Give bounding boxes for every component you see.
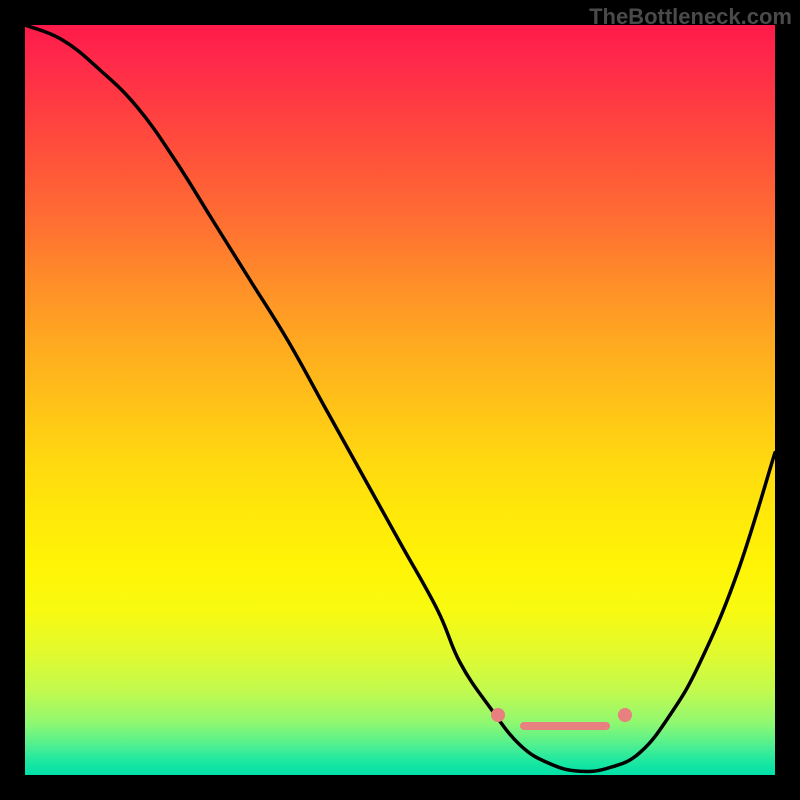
chart-container: TheBottleneck.com (0, 0, 800, 800)
valley-bar (520, 722, 610, 730)
bottleneck-curve (25, 25, 775, 772)
valley-marker (491, 708, 505, 722)
valley-marker (618, 708, 632, 722)
curve-svg (25, 25, 775, 775)
plot-area (25, 25, 775, 775)
watermark-text: TheBottleneck.com (589, 4, 792, 30)
